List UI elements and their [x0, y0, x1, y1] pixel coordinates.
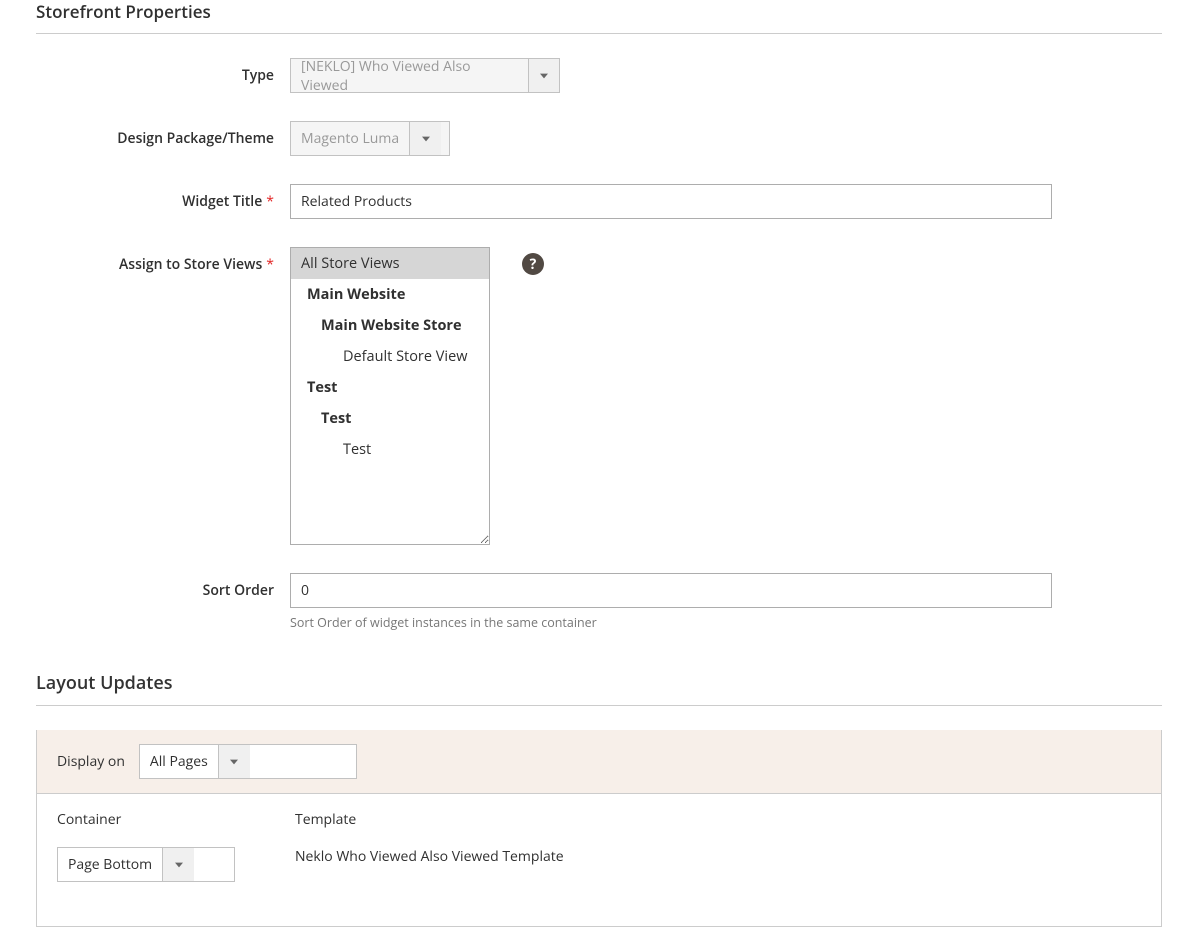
label-container: Container [57, 810, 235, 829]
store-view-option[interactable]: All Store Views [291, 248, 489, 279]
chevron-down-icon [528, 59, 559, 92]
store-view-option[interactable]: Test [291, 434, 489, 465]
label-store-views: Assign to Store Views* [36, 247, 290, 274]
store-view-option[interactable]: Test [291, 372, 489, 403]
label-widget-title: Widget Title* [36, 184, 290, 211]
input-widget-title[interactable] [290, 184, 1052, 219]
select-design-value: Magento Luma [291, 122, 409, 155]
label-template: Template [295, 810, 564, 829]
layout-update-box: Display on All Pages Container Page Bott… [36, 730, 1162, 927]
select-type-value: [NEKLO] Who Viewed Also Viewed [291, 59, 528, 92]
select-type: [NEKLO] Who Viewed Also Viewed [290, 58, 560, 93]
store-view-option[interactable]: Main Website [291, 279, 489, 310]
select-display-on[interactable]: All Pages [139, 744, 357, 779]
chevron-down-icon [162, 848, 194, 881]
store-view-option[interactable]: Test [291, 403, 489, 434]
store-view-option[interactable]: Main Website Store [291, 310, 489, 341]
select-display-on-value: All Pages [140, 745, 218, 778]
store-view-option[interactable]: Default Store View [291, 341, 489, 372]
help-icon[interactable]: ? [522, 253, 544, 275]
label-design: Design Package/Theme [36, 121, 290, 148]
select-container[interactable]: Page Bottom [57, 847, 235, 882]
section-layout-title: Layout Updates [36, 671, 1162, 706]
label-display-on: Display on [57, 752, 125, 771]
listbox-store-views[interactable]: All Store ViewsMain WebsiteMain Website … [290, 247, 490, 545]
chevron-down-icon [218, 745, 250, 778]
required-star: * [266, 255, 274, 274]
section-storefront-title: Storefront Properties [36, 0, 1162, 34]
text-template-value: Neklo Who Viewed Also Viewed Template [295, 847, 564, 866]
label-sort-order: Sort Order [36, 573, 290, 600]
select-design: Magento Luma [290, 121, 450, 156]
label-type: Type [36, 58, 290, 85]
required-star: * [266, 192, 274, 211]
hint-sort-order: Sort Order of widget instances in the sa… [290, 614, 1052, 631]
select-container-value: Page Bottom [58, 848, 162, 881]
input-sort-order[interactable] [290, 573, 1052, 608]
chevron-down-icon [409, 122, 441, 155]
